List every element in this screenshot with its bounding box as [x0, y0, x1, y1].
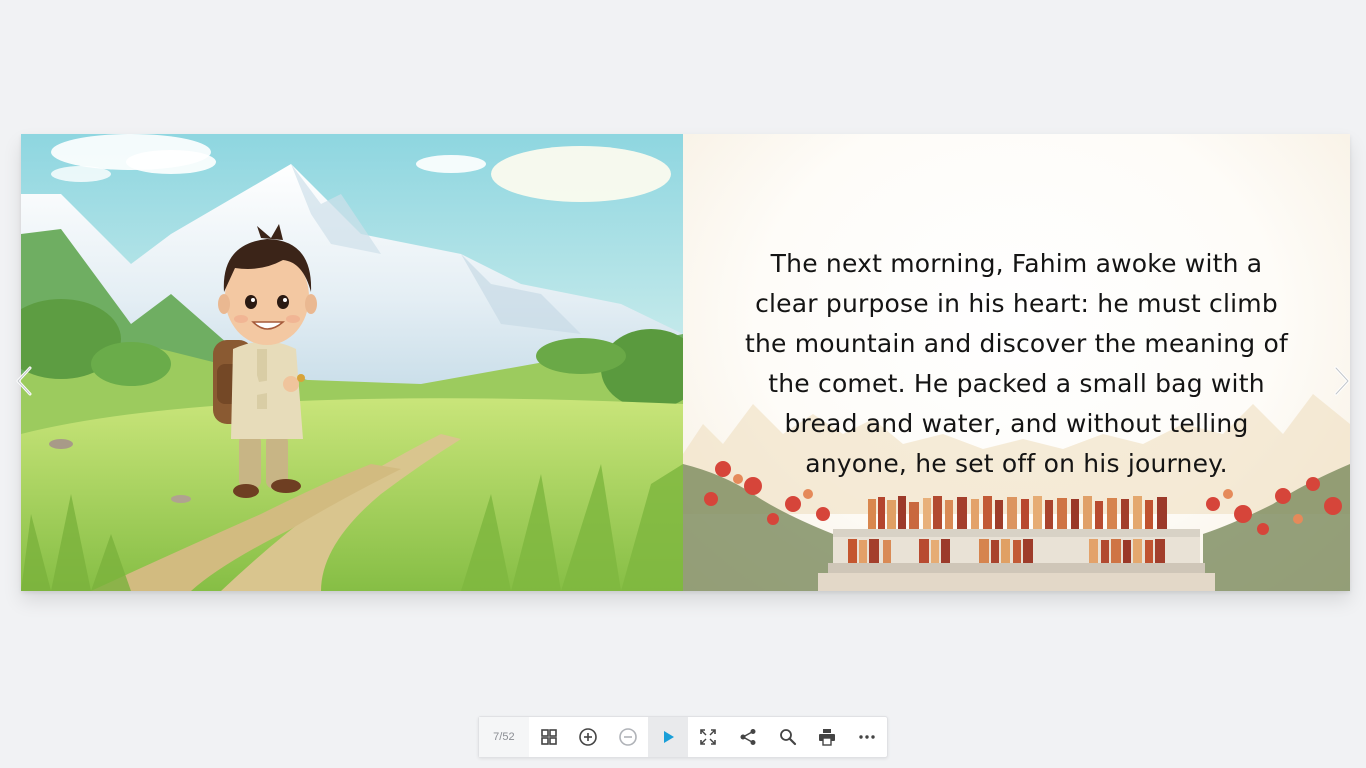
flipbook: The next morning, Fahim awoke with a cle… [21, 134, 1350, 591]
previous-page-button[interactable] [10, 364, 38, 398]
page-counter: 7/52 [479, 717, 529, 757]
search-icon [779, 729, 796, 746]
chevron-left-icon [16, 366, 32, 396]
share-icon [740, 729, 756, 745]
chevron-right-icon [1334, 366, 1350, 396]
more-options-button[interactable] [847, 717, 887, 757]
illustration-boy-meadow [21, 134, 683, 591]
print-button[interactable] [807, 717, 847, 757]
more-icon [859, 735, 875, 739]
zoom-in-icon [579, 728, 598, 746]
story-text: The next morning, Fahim awoke with a cle… [744, 249, 1288, 478]
next-page-button[interactable] [1328, 364, 1356, 398]
search-button[interactable] [768, 717, 808, 757]
zoom-in-button[interactable] [569, 717, 609, 757]
fullscreen-button[interactable] [688, 717, 728, 757]
play-icon [664, 731, 675, 743]
zoom-out-icon [619, 728, 638, 746]
share-button[interactable] [728, 717, 768, 757]
fullscreen-icon [700, 729, 716, 745]
autoplay-button[interactable] [648, 717, 688, 757]
zoom-out-button[interactable] [608, 717, 648, 757]
page-left-illustration [21, 134, 683, 591]
page-right-text: The next morning, Fahim awoke with a cle… [683, 134, 1350, 591]
grid-icon [540, 729, 557, 745]
thumbnails-button[interactable] [529, 717, 569, 757]
print-icon [819, 729, 836, 746]
viewer-toolbar: 7/52 [478, 716, 888, 758]
